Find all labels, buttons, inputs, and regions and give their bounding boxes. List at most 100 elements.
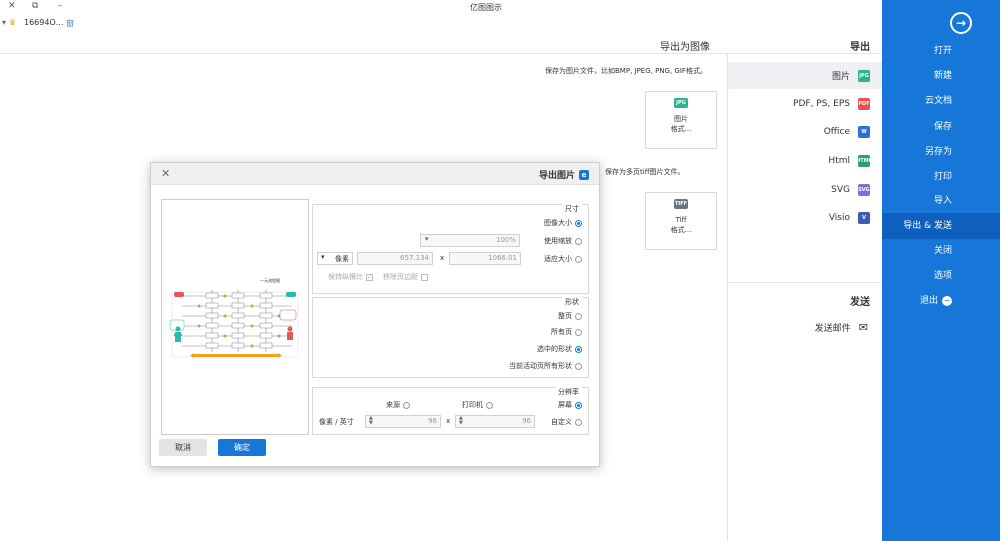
group-title: 尺寸 [562, 204, 582, 214]
option-label: 保持纵横比 [328, 273, 363, 281]
send-title: 发送 [850, 297, 870, 308]
radio[interactable] [486, 401, 493, 409]
checkbox[interactable] [421, 273, 428, 281]
dialog-header: ✕ 导出图片 e [151, 163, 599, 185]
user-account[interactable]: 16694О... [24, 18, 63, 27]
dialog-title-text: 导出图片 [538, 171, 575, 181]
jpg-icon: JPG [858, 69, 870, 82]
export-item-html[interactable]: Html HTML [728, 147, 882, 174]
restore-window-button[interactable]: ⧉ [32, 1, 38, 11]
option-label: 所有页 [551, 328, 572, 336]
dialog-title: 导出图片 e [539, 168, 589, 181]
option-current-page-shapes[interactable]: 当前活动页所有形状 [509, 360, 582, 372]
dropdown-arrow-icon[interactable]: ▾ [2, 18, 6, 27]
height-input[interactable]: 657.134 [357, 252, 433, 265]
option-label: 屏幕 [558, 401, 572, 409]
export-item-office[interactable]: Office W [728, 118, 882, 145]
minimize-window-button[interactable]: – [58, 1, 63, 11]
pdf-icon: PDF [858, 97, 870, 110]
sidebar-item-close[interactable]: 关闭 [882, 238, 1000, 264]
option-page[interactable]: 整页 [558, 310, 582, 322]
image-format-card[interactable]: JPG 图片 格式... [645, 91, 717, 149]
vip-crown-icon[interactable]: ♛ [9, 18, 16, 27]
option-fit-size[interactable]: 适应大小 [544, 253, 582, 265]
title-bar: ✕ ⧉ – 亿图图示 [0, 0, 1000, 14]
sidebar-item-options[interactable]: 选项 [882, 263, 1000, 289]
close-window-button[interactable]: ✕ [8, 1, 16, 11]
card-sublabel: 格式... [670, 125, 692, 133]
option-source[interactable]: 来源 [386, 399, 410, 411]
flowchart-preview-image: 一元流程图 [169, 277, 299, 358]
sidebar-item-new[interactable]: 新建 [882, 63, 1000, 89]
sidebar-item-cloud[interactable]: 云文档 [882, 88, 1000, 114]
times-sign: x [440, 254, 445, 262]
dpi-x-input[interactable]: 96 ▲ ▼ [455, 415, 535, 428]
sidebar-item-save-as[interactable]: 另存为 [882, 139, 1000, 165]
sidebar-item-print[interactable]: 打印 [882, 164, 1000, 190]
tiff-export-description: 保存为多页tiff图片文件。 [605, 168, 685, 176]
option-screen[interactable]: 屏幕 [558, 399, 582, 411]
app-logo-icon: e [579, 169, 589, 180]
option-label: 适应大小 [544, 255, 572, 263]
window-title: 亿图图示 [470, 3, 502, 12]
radio[interactable] [575, 418, 582, 426]
radio[interactable] [575, 328, 582, 336]
option-custom[interactable]: 自定义 [551, 416, 582, 428]
option-selected-shapes[interactable]: 选中的形状 [537, 343, 582, 355]
sidebar-item-save[interactable]: 保存 [882, 114, 1000, 140]
option-original-size[interactable]: 图像大小 [544, 217, 582, 229]
page-title: 导出为图像 [660, 42, 710, 53]
option-use-scale[interactable]: 使用缩放 [544, 235, 582, 247]
scale-dropdown[interactable]: 100% ▾ [420, 234, 520, 247]
chevron-down-icon: ▾ [425, 235, 429, 243]
sidebar-item-open[interactable]: 打开 [882, 38, 1000, 64]
cancel-button[interactable]: 取消 [159, 439, 207, 456]
export-item-image[interactable]: 图片 JPG [728, 62, 882, 89]
option-printer[interactable]: 打印机 [462, 399, 493, 411]
svg-icon: SVG [858, 183, 870, 196]
dpi-x-value: 96 [522, 417, 531, 425]
radio[interactable] [575, 237, 582, 245]
option-label: 整页 [558, 312, 572, 320]
export-item-pdf[interactable]: PDF, PS, EPS PDF [728, 90, 882, 117]
tiff-format-card[interactable]: TIFF Tiff 格式... [645, 192, 717, 250]
chevron-down-icon: ▾ [321, 253, 325, 261]
export-title: 导出 [850, 42, 870, 53]
option-all-pages[interactable]: 所有页 [551, 326, 582, 338]
sidebar-item-export-send[interactable]: 导出 & 发送 [882, 213, 1000, 239]
close-icon[interactable]: ✕ [161, 167, 170, 180]
unit-dropdown[interactable]: 像素 ▾ [317, 252, 353, 265]
spinner-icon: ▲ ▼ [369, 415, 373, 426]
export-item-label: Html [828, 155, 850, 166]
ok-button[interactable]: 确定 [218, 439, 266, 456]
width-input[interactable]: 1066.01 [449, 252, 521, 265]
radio-selected[interactable] [575, 345, 582, 353]
back-arrow-icon[interactable]: → [950, 12, 972, 34]
option-label: 移除页边距 [383, 273, 418, 281]
sidebar-item-exit[interactable]: 退出 − [882, 288, 1000, 314]
export-item-label: Office [823, 126, 850, 137]
option-remove-margin[interactable]: 移除页边距 [383, 271, 428, 283]
exit-icon: − [942, 295, 952, 306]
sidebar-item-import[interactable]: 导入 [882, 188, 1000, 214]
export-item-svg[interactable]: SVG SVG [728, 176, 882, 203]
group-title: 形状 [562, 297, 582, 307]
radio-selected[interactable] [575, 401, 582, 409]
times-sign: x [446, 417, 451, 425]
card-label: Tiff [675, 216, 687, 224]
radio[interactable] [575, 312, 582, 320]
send-email-item[interactable]: 发送邮件 ✉ [728, 317, 882, 337]
tiff-icon: TIFF [674, 199, 688, 209]
option-keep-ratio[interactable]: 保持纵横比 ✓ [328, 271, 373, 283]
dpi-y-input[interactable]: 96 ▲ ▼ [365, 415, 441, 428]
card-label: 图片 [674, 115, 688, 123]
radio[interactable] [575, 255, 582, 263]
radio[interactable] [575, 362, 582, 370]
radio[interactable] [403, 401, 410, 409]
checkbox-checked[interactable]: ✓ [366, 273, 373, 281]
export-item-visio[interactable]: Visio V [728, 204, 882, 231]
window-icon[interactable]: 窗 [66, 18, 74, 29]
radio-selected[interactable] [575, 219, 582, 227]
card-sublabel: 格式... [670, 226, 692, 234]
option-label: 自定义 [551, 418, 572, 426]
